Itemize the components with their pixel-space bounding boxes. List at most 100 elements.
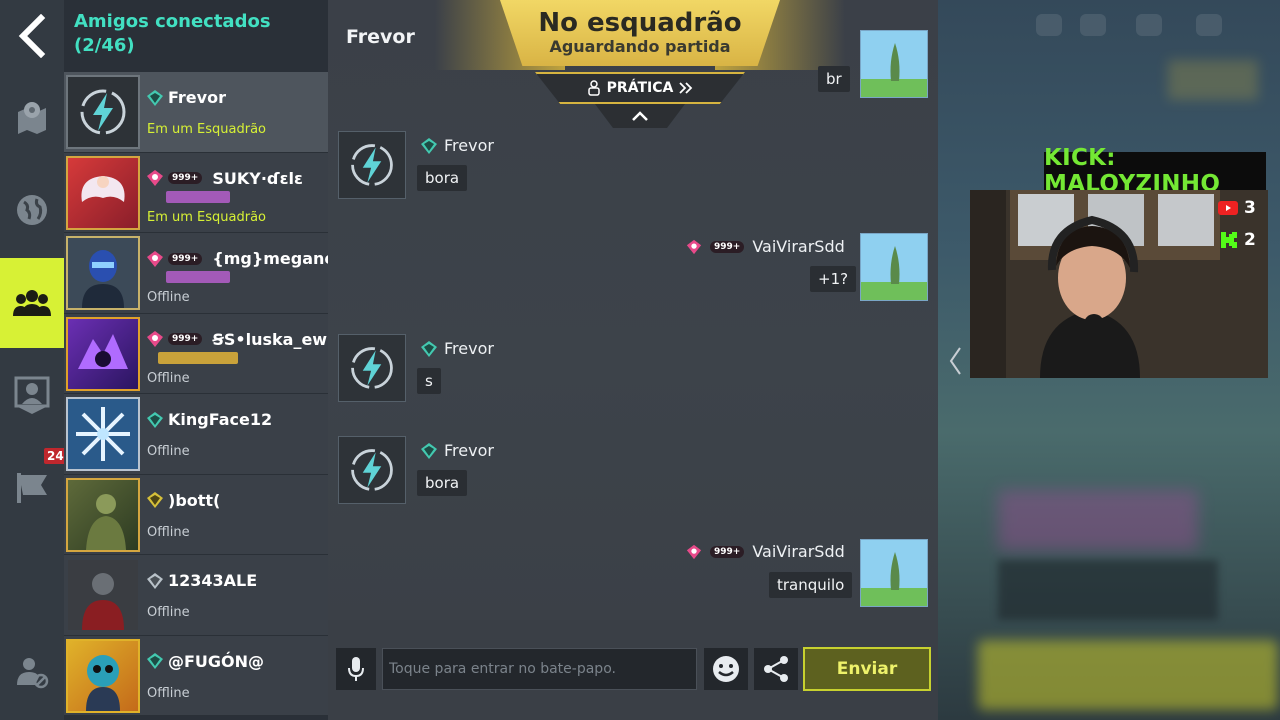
message-bubble: s [417,368,441,394]
friend-status: Em um Esquadrão [147,122,267,137]
youtube-icon [1218,201,1238,215]
level-badge: 999+ [168,172,203,184]
landscape-avatar-icon [861,540,927,606]
friend-status: Offline [147,605,190,620]
rank-diamond-icon [147,411,163,428]
emoji-icon [713,656,739,682]
friend-row[interactable]: 999+ {mg}megane Offline [64,233,328,314]
friend-name: @FUGÓN@ [168,651,265,671]
soldier-avatar-icon [86,493,126,550]
message-bubble: tranquilo [769,572,853,598]
squad-tag [158,351,238,364]
share-button[interactable] [754,648,798,690]
emoji-button[interactable] [704,648,748,690]
message-bubble: bora [417,470,468,496]
rank-skull-icon [147,331,163,347]
avatar [66,638,140,713]
message-sender: Frevor [444,441,494,460]
skull-avatar-icon [86,654,120,711]
friend-name: Frevor [168,88,226,107]
avatar [66,155,140,230]
chevron-left-icon [949,347,961,375]
player-icon [587,80,600,96]
level-badge: 999+ [710,545,745,558]
squad-tag [166,190,230,203]
friend-name: 12343ALE [168,571,258,590]
message-bubble: +1? [810,266,857,292]
landscape-avatar-icon [861,234,927,300]
lightning-emblem-icon [80,89,126,135]
nav-globe-button[interactable] [0,178,64,242]
rank-gold-icon [147,492,163,508]
friend-row[interactable]: Frevor Em um Esquadrão [64,72,328,153]
microphone-icon [348,657,364,681]
friend-row[interactable]: 999+ SUKY·ɗɛlɛ Em um Esquadrão [64,152,328,233]
send-button[interactable]: Enviar [803,647,931,691]
youtube-stat: 3 [1218,198,1256,218]
nav-map-button[interactable] [0,84,64,148]
landscape-avatar-icon [861,31,927,97]
chat-input[interactable] [382,648,697,690]
avatar [860,233,928,301]
rank-diamond-icon [147,89,163,106]
message-sender: Frevor [444,339,494,358]
friend-row[interactable]: 999+ ꞨS•luska_ew Offline [64,313,328,394]
avatar [338,334,406,402]
expand-panel-button[interactable] [945,345,965,377]
kick-stat: 2 [1220,230,1256,250]
lightning-emblem-icon [351,449,393,491]
game-mode-selector[interactable]: PRÁTICA [535,72,745,104]
friends-title: Amigos conectados [74,11,271,32]
avatar [66,477,140,552]
squad-tag [166,271,230,283]
nav-guild-button[interactable] [0,456,64,520]
kick-icon [1221,232,1237,248]
chevron-left-icon [18,14,46,58]
nav-clan-button[interactable] [0,362,64,426]
rank-skull-icon [147,170,163,186]
angel-avatar-icon [81,175,125,202]
youtube-count: 3 [1244,198,1256,218]
rank-diamond-icon [147,653,163,669]
friend-name: ꞨS•luska_ew [212,329,328,349]
back-button[interactable] [0,4,64,68]
rank-skull-icon [147,250,163,267]
nav-friends-button[interactable] [0,258,64,348]
map-pin-icon [18,102,46,134]
double-chevron-right-icon [679,82,693,94]
message-sender: VaiVirarSdd [752,542,845,561]
friend-row[interactable]: @FUGÓN@ Offline [64,635,328,716]
user-blocked-icon [17,658,49,689]
friend-name: {mg}megane [212,249,328,268]
nav-rail: 24 [0,0,67,720]
squad-status-banner: No esquadrão Aguardando partida [435,0,845,70]
chat-title: Frevor [346,26,415,48]
friend-status: Offline [147,524,190,540]
friend-name: )bott( [168,490,221,510]
rank-silver-icon [147,572,163,589]
friend-status: Offline [147,444,190,459]
rank-skull-icon [686,239,702,254]
friend-row[interactable]: 12343ALE Offline [64,555,328,636]
level-badge: 999+ [168,252,203,265]
nav-blocked-button[interactable] [0,640,64,704]
dragon-avatar-icon [78,333,128,369]
snowflake-avatar-icon [76,407,130,461]
streamer-webcam-image [970,190,1268,378]
friend-status: Em um Esquadrão [147,209,267,225]
friend-row[interactable]: )bott( Offline [64,474,328,555]
rank-skull-icon [686,544,702,559]
avatar [66,397,140,471]
lightning-emblem-icon [351,347,393,389]
share-icon [764,656,788,682]
clan-shield-icon [14,376,50,414]
avatar [338,436,406,504]
friend-row[interactable]: KingFace12 Offline [64,394,328,475]
message-bubble: br [818,66,850,92]
friend-name: SUKY·ɗɛlɛ [212,168,303,188]
voice-button[interactable] [336,648,376,690]
chevron-up-icon [632,111,648,121]
webcam-feed: 3 2 [970,190,1268,378]
friends-header: Amigos conectados (2/46) [74,10,324,58]
avatar [66,316,140,391]
